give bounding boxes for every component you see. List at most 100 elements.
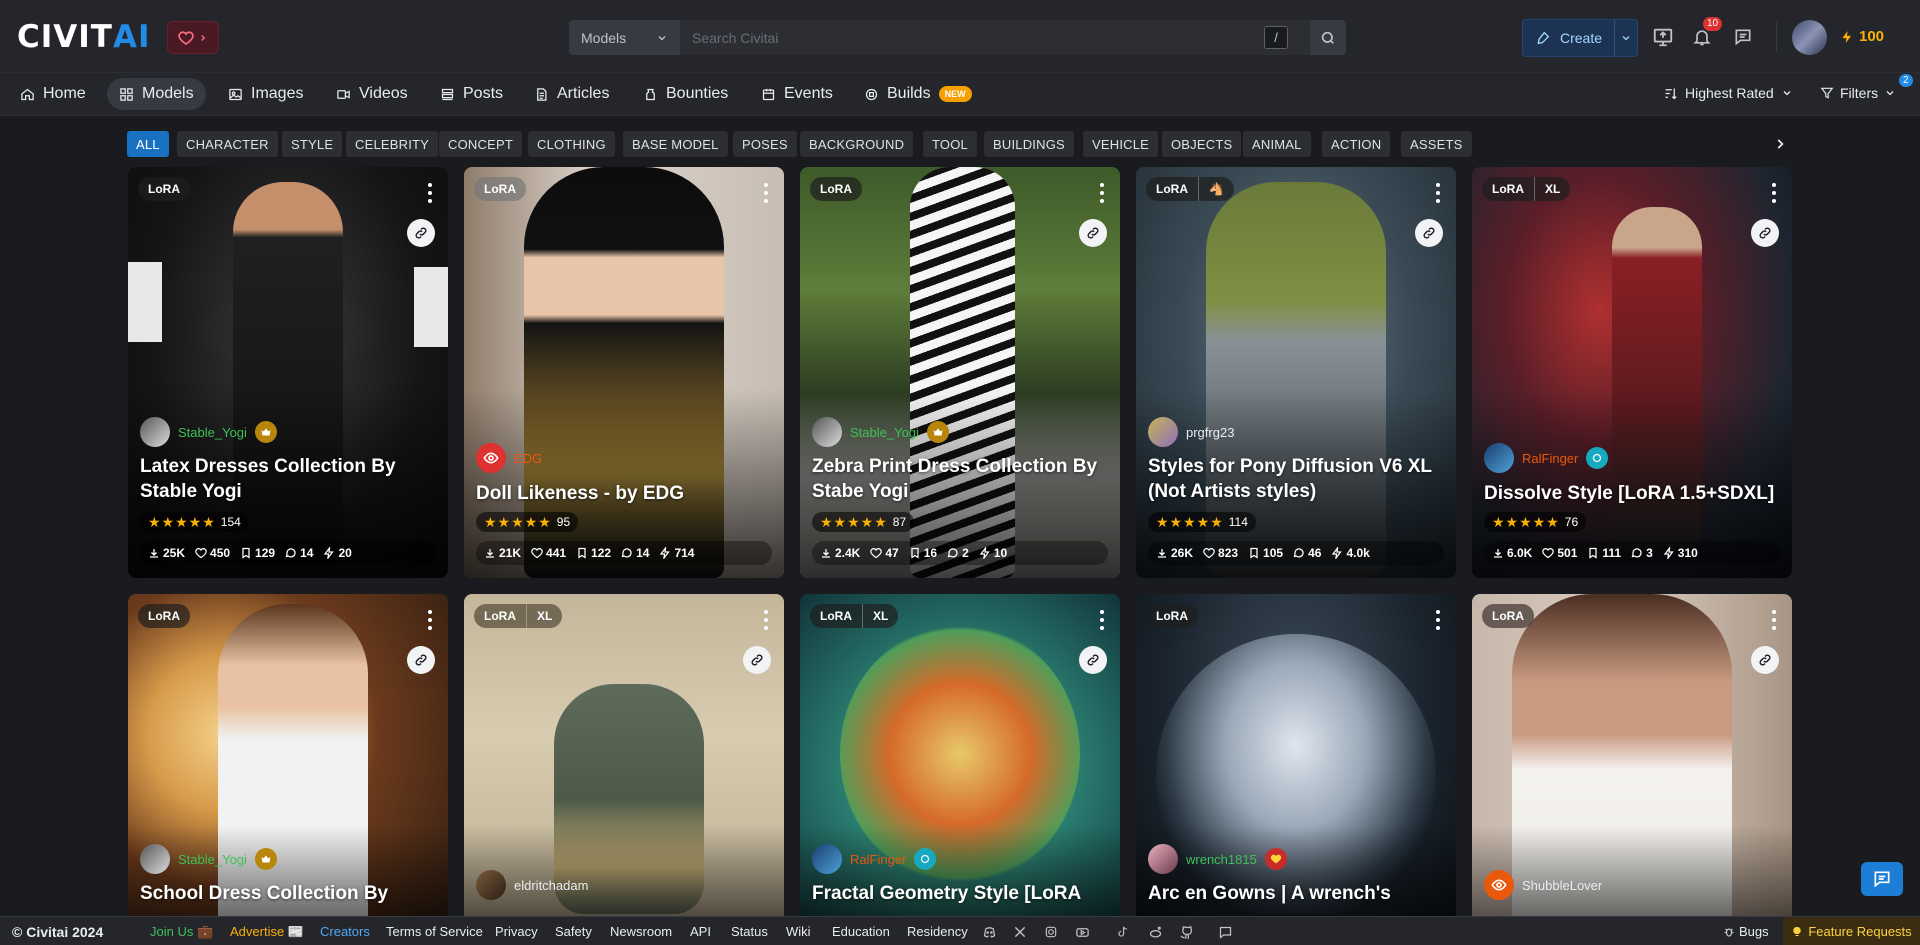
model-card[interactable]: LoRA Stable_Yogi School Dress Collection… (128, 594, 448, 945)
card-creator[interactable]: Stable_Yogi (140, 417, 277, 447)
nav-events[interactable]: Events (749, 78, 845, 110)
card-menu-button[interactable] (1770, 610, 1778, 630)
card-creator[interactable]: RalFinger (1484, 443, 1609, 473)
category-chip-all[interactable]: ALL (127, 131, 169, 157)
card-menu-button[interactable] (426, 183, 434, 203)
card-link-button[interactable] (1079, 646, 1107, 674)
footer-education-link[interactable]: Education (832, 924, 890, 939)
model-card[interactable]: LoRA Stable_Yogi Latex Dresses Collectio… (128, 167, 448, 578)
chat-bubble-icon[interactable] (1217, 924, 1233, 940)
card-creator[interactable]: prgfrg23 (1148, 417, 1234, 447)
model-card[interactable]: LoRA EDG Doll Likeness - by EDG ★★★★★ 95 … (464, 167, 784, 578)
card-title[interactable]: Fractal Geometry Style [LoRA (812, 881, 1112, 906)
card-menu-button[interactable] (1098, 183, 1106, 203)
filters-button[interactable]: Filters (1820, 85, 1896, 101)
reddit-icon[interactable] (1147, 924, 1163, 940)
card-link-button[interactable] (743, 646, 771, 674)
category-chip-clothing[interactable]: CLOTHING (528, 131, 615, 157)
card-title[interactable]: Zebra Print Dress Collection By Stabe Yo… (812, 454, 1112, 504)
nav-bounties[interactable]: Bounties (631, 78, 740, 110)
civitai-logo[interactable]: CIVIT AI (17, 19, 151, 55)
card-menu-button[interactable] (1434, 610, 1442, 630)
category-chip-background[interactable]: BACKGROUND (800, 131, 914, 157)
create-dropdown-toggle[interactable] (1615, 32, 1637, 44)
search-input[interactable] (680, 20, 1310, 55)
nav-articles[interactable]: Articles (522, 78, 621, 110)
tiktok-icon[interactable] (1115, 924, 1131, 940)
discord-icon[interactable] (981, 924, 997, 940)
footer-bugs-link[interactable]: Bugs (1723, 924, 1769, 939)
category-chip-objects[interactable]: OBJECTS (1162, 131, 1242, 157)
footer-status-link[interactable]: Status (731, 924, 768, 939)
category-chip-assets[interactable]: ASSETS (1401, 131, 1472, 157)
card-title[interactable]: Latex Dresses Collection By Stable Yogi (140, 454, 440, 504)
card-creator[interactable]: EDG (476, 443, 542, 473)
card-creator[interactable]: ShubbleLover (1484, 870, 1602, 900)
footer-join-link[interactable]: Join Us 💼 (150, 924, 213, 940)
card-link-button[interactable] (1079, 219, 1107, 247)
nav-builds[interactable]: Builds NEW (852, 78, 984, 110)
footer-api-link[interactable]: API (690, 924, 711, 939)
model-card[interactable]: LoRA 🐴 prgfrg23 Styles for Pony Diffusion… (1136, 167, 1456, 578)
card-link-button[interactable] (1751, 219, 1779, 247)
footer-safety-link[interactable]: Safety (555, 924, 592, 939)
card-menu-button[interactable] (762, 610, 770, 630)
card-menu-button[interactable] (1770, 183, 1778, 203)
category-chip-celebrity[interactable]: CELEBRITY (346, 131, 439, 157)
search-scope-select[interactable]: Models (569, 20, 680, 55)
category-chip-concept[interactable]: CONCEPT (439, 131, 522, 157)
category-chip-poses[interactable]: POSES (733, 131, 797, 157)
card-title[interactable]: Doll Likeness - by EDG (476, 481, 776, 506)
card-link-button[interactable] (1751, 646, 1779, 674)
buzz-balance[interactable]: 100 (1840, 28, 1884, 45)
model-card[interactable]: LoRA XL eldritchadam (464, 594, 784, 945)
card-title[interactable]: Arc en Gowns | A wrench's (1148, 881, 1448, 906)
categories-next-button[interactable] (1767, 131, 1793, 157)
card-link-button[interactable] (407, 646, 435, 674)
category-chip-base-model[interactable]: BASE MODEL (623, 131, 728, 157)
card-menu-button[interactable] (1434, 183, 1442, 203)
category-chip-style[interactable]: STYLE (282, 131, 343, 157)
model-card[interactable]: LoRA ShubbleLover (1472, 594, 1792, 945)
nav-home[interactable]: Home (8, 78, 98, 110)
model-card[interactable]: LoRA wrench1815 Arc en Gowns | A wrench'… (1136, 594, 1456, 945)
footer-privacy-link[interactable]: Privacy (495, 924, 538, 939)
footer-wiki-link[interactable]: Wiki (786, 924, 811, 939)
search-button[interactable] (1310, 20, 1346, 55)
card-title[interactable]: School Dress Collection By (140, 881, 440, 906)
footer-newsroom-link[interactable]: Newsroom (610, 924, 672, 939)
model-card[interactable]: LoRA Stable_Yogi Zebra Print Dress Colle… (800, 167, 1120, 578)
chat-fab-button[interactable] (1861, 862, 1903, 896)
category-chip-character[interactable]: CHARACTER (177, 131, 278, 157)
card-title[interactable]: Dissolve Style [LoRA 1.5+SDXL] (1484, 481, 1784, 506)
card-link-button[interactable] (1415, 219, 1443, 247)
footer-advertise-link[interactable]: Advertise 📰 (230, 924, 304, 940)
footer-residency-link[interactable]: Residency (907, 924, 968, 939)
support-heart-button[interactable] (167, 21, 219, 54)
model-card[interactable]: LoRA XL RalFinger Fractal Geometry Style … (800, 594, 1120, 945)
messages-button[interactable] (1731, 25, 1755, 49)
github-icon[interactable] (1178, 924, 1194, 940)
feature-requests-button[interactable]: Feature Requests (1783, 917, 1920, 945)
instagram-icon[interactable] (1043, 924, 1059, 940)
create-button[interactable]: Create (1522, 19, 1638, 57)
card-title[interactable]: Styles for Pony Diffusion V6 XL (Not Art… (1148, 454, 1448, 504)
nav-models[interactable]: Models (107, 78, 206, 110)
user-avatar[interactable] (1792, 20, 1827, 55)
card-creator[interactable]: Stable_Yogi (140, 844, 277, 874)
card-creator[interactable]: eldritchadam (476, 870, 588, 900)
nav-posts[interactable]: Posts (428, 78, 515, 110)
card-creator[interactable]: Stable_Yogi (812, 417, 949, 447)
category-chip-animal[interactable]: ANIMAL (1243, 131, 1311, 157)
model-card[interactable]: LoRA XL RalFinger Dissolve Style [LoRA 1.… (1472, 167, 1792, 578)
category-chip-action[interactable]: ACTION (1322, 131, 1391, 157)
card-menu-button[interactable] (426, 610, 434, 630)
card-creator[interactable]: wrench1815 (1148, 844, 1287, 874)
category-chip-vehicle[interactable]: VEHICLE (1083, 131, 1159, 157)
card-link-button[interactable] (407, 219, 435, 247)
youtube-icon[interactable] (1074, 924, 1090, 940)
nav-images[interactable]: Images (216, 78, 315, 110)
category-chip-buildings[interactable]: BUILDINGS (984, 131, 1074, 157)
card-menu-button[interactable] (1098, 610, 1106, 630)
x-twitter-icon[interactable] (1012, 924, 1028, 940)
